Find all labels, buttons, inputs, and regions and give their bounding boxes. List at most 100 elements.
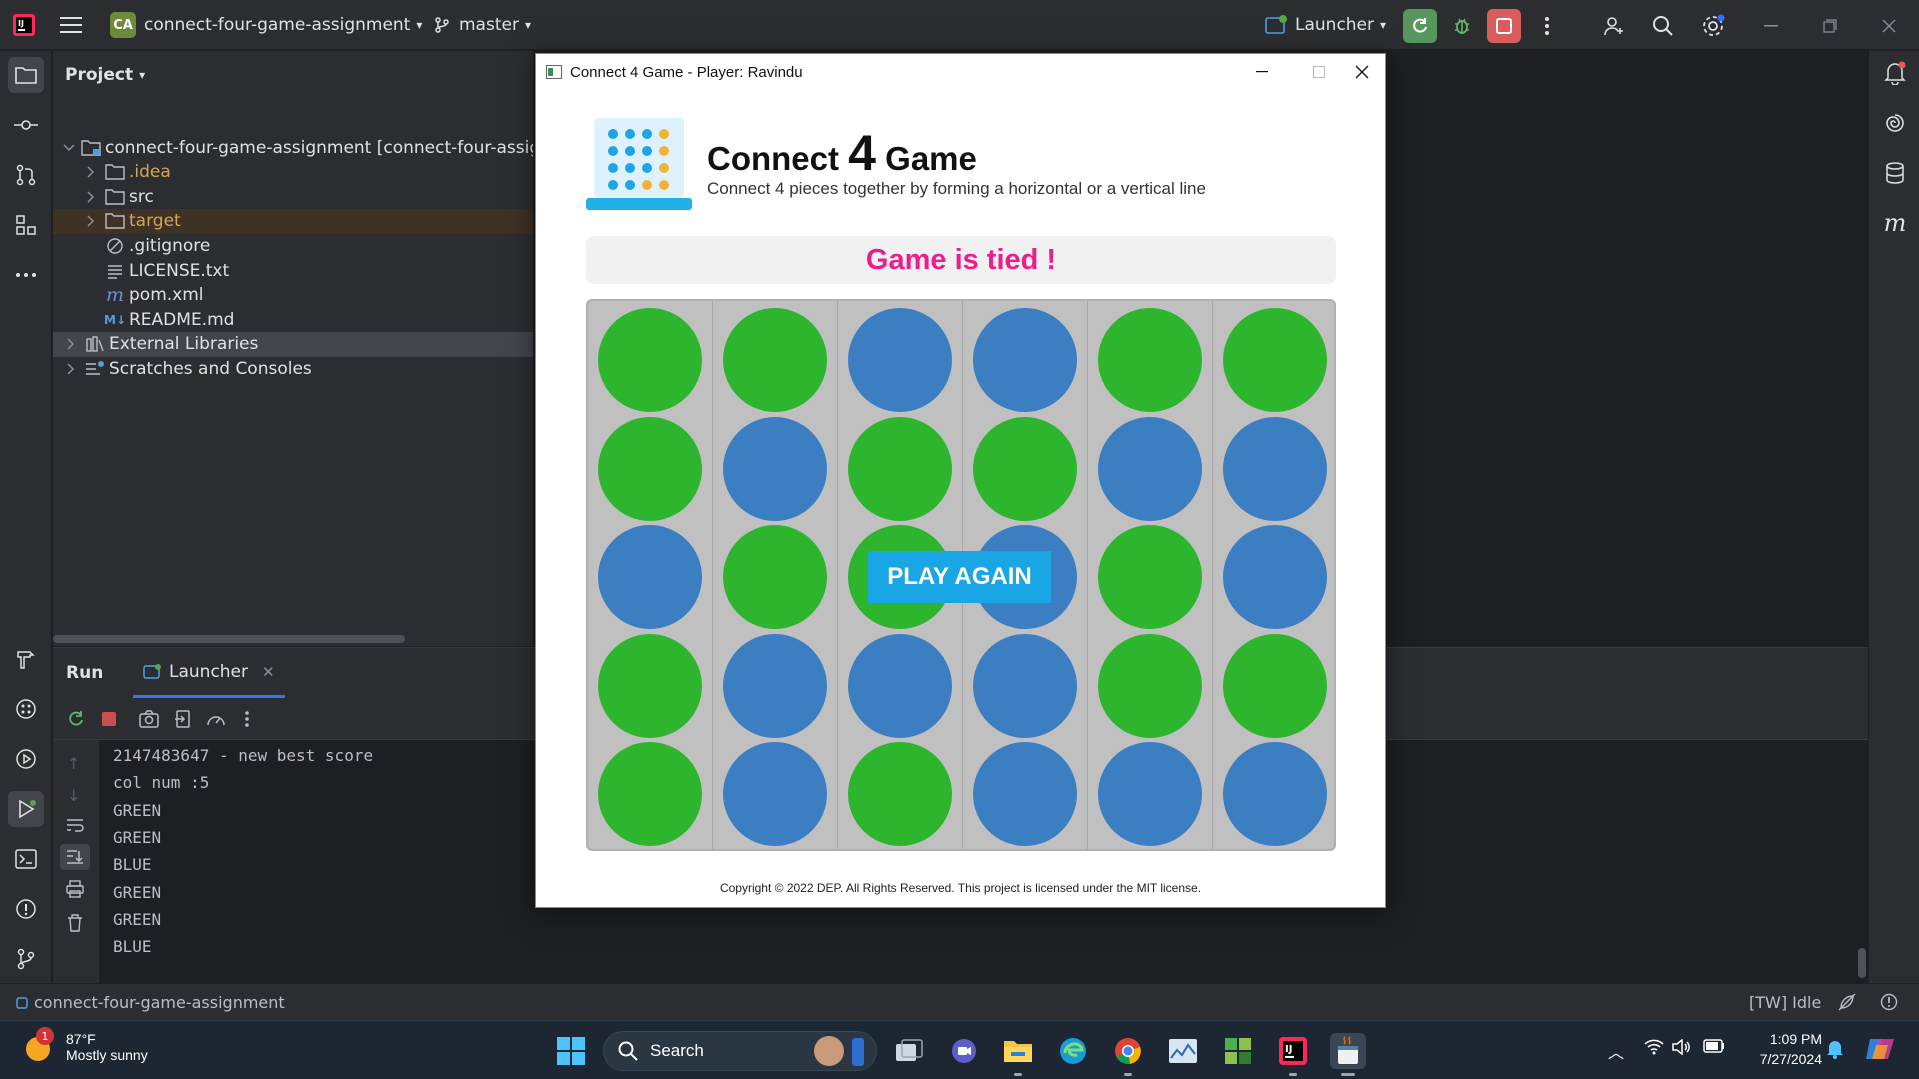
problems-status-icon[interactable] <box>1880 993 1898 1011</box>
build-tool-button[interactable] <box>8 641 44 677</box>
edge-button[interactable] <box>1055 1033 1091 1069</box>
java-taskbar-button[interactable] <box>1330 1033 1366 1069</box>
chevron-right-icon[interactable] <box>83 189 99 205</box>
chevron-right-icon[interactable] <box>83 164 99 180</box>
structure-tool-button[interactable] <box>8 207 44 243</box>
run-tool-button[interactable] <box>8 791 44 827</box>
tree-item-pomxml[interactable]: m pom.xml <box>53 283 533 308</box>
notifications-button[interactable] <box>1877 55 1913 91</box>
soft-wrap-icon[interactable] <box>66 818 84 832</box>
ai-assistant-button[interactable] <box>1877 105 1913 141</box>
game-maximize-button[interactable] <box>1296 54 1342 90</box>
profiler-button[interactable] <box>203 706 229 732</box>
tab-launcher[interactable]: Launcher ✕ <box>133 648 285 698</box>
game-close-button[interactable] <box>1339 54 1385 90</box>
branch-switcher[interactable]: master ▾ <box>433 0 531 50</box>
rerun-button[interactable] <box>63 706 89 732</box>
teams-chat-button[interactable] <box>946 1033 982 1069</box>
board-column-2[interactable] <box>713 301 838 849</box>
taskbar-search[interactable]: Search <box>603 1031 877 1071</box>
bell-icon <box>1884 61 1906 85</box>
plugins-tool-button[interactable] <box>8 691 44 727</box>
down-arrow-icon[interactable]: ↓ <box>67 786 80 805</box>
window-restore-button[interactable] <box>1813 9 1847 43</box>
print-icon[interactable] <box>66 880 84 898</box>
tree-item-scratches[interactable]: Scratches and Consoles <box>53 356 533 381</box>
window-minimize-button[interactable] <box>1754 9 1788 43</box>
puzzle-app-button[interactable] <box>1220 1033 1256 1069</box>
main-menu-icon[interactable] <box>60 0 82 50</box>
tray-overflow-icon[interactable]: ︿ <box>1608 1039 1624 1063</box>
more-run-actions-button[interactable] <box>234 706 260 732</box>
notification-bell-icon[interactable] <box>1826 1039 1844 1059</box>
thread-dump-button[interactable] <box>136 706 162 732</box>
tree-item-target[interactable]: target <box>53 208 533 234</box>
intellij-taskbar-button[interactable]: IJ <box>1275 1033 1311 1069</box>
git-tool-button[interactable] <box>8 941 44 977</box>
wifi-icon[interactable] <box>1644 1039 1664 1055</box>
status-tw-idle[interactable]: [TW] Idle <box>1749 993 1821 1012</box>
taskbar-clock[interactable]: 1:09 PM 7/27/2024 <box>1742 1029 1822 1069</box>
weather-widget[interactable]: 1 87°F Mostly sunny <box>22 1027 148 1065</box>
rerun-button[interactable] <box>1403 9 1437 43</box>
stock-app-button[interactable] <box>1165 1033 1201 1069</box>
task-view-icon <box>896 1039 923 1061</box>
pull-requests-tool-button[interactable] <box>8 157 44 193</box>
board-column-6[interactable] <box>1213 301 1334 849</box>
close-tab-icon[interactable]: ✕ <box>262 663 275 681</box>
board-column-5[interactable] <box>1088 301 1213 849</box>
terminal-tool-button[interactable] <box>8 841 44 877</box>
services-tool-button[interactable] <box>8 741 44 777</box>
tree-item-gitignore[interactable]: .gitignore <box>53 233 533 258</box>
file-explorer-button[interactable] <box>1000 1033 1036 1069</box>
volume-icon[interactable] <box>1672 1039 1692 1055</box>
project-tool-button[interactable] <box>8 57 44 93</box>
trash-icon[interactable] <box>67 914 83 932</box>
game-window-title-bar[interactable]: Connect 4 Game - Player: Ravindu <box>536 54 1385 90</box>
minimize-icon <box>1764 25 1778 27</box>
tree-item-readmemd[interactable]: M↓ README.md <box>53 307 533 332</box>
tree-item-licensetxt[interactable]: LICENSE.txt <box>53 258 533 283</box>
project-switcher[interactable]: CA connect-four-game-assignment ▾ <box>110 0 422 50</box>
stop-run-button[interactable] <box>96 706 122 732</box>
chevron-right-icon[interactable] <box>63 336 79 352</box>
tree-item-src[interactable]: src <box>53 184 533 209</box>
copilot-icon[interactable] <box>1864 1033 1896 1065</box>
power-save-icon[interactable] <box>1838 993 1856 1011</box>
tree-item-idea[interactable]: .idea <box>53 160 533 185</box>
maven-button[interactable]: m <box>1877 205 1913 241</box>
chevron-right-icon[interactable] <box>63 361 79 377</box>
battery-icon[interactable] <box>1703 1039 1725 1053</box>
status-breadcrumb[interactable]: connect-four-game-assignment <box>16 993 285 1012</box>
project-panel-header[interactable]: Project ▾ <box>65 65 145 85</box>
board-column-1[interactable] <box>588 301 713 849</box>
tree-item-external[interactable]: External Libraries <box>53 331 533 357</box>
task-view-button[interactable] <box>891 1033 927 1069</box>
chrome-button[interactable] <box>1110 1033 1146 1069</box>
code-with-me-button[interactable] <box>1597 9 1631 43</box>
problems-tool-button[interactable] <box>8 891 44 927</box>
chevron-down-icon[interactable] <box>63 140 75 156</box>
intellij-logo-icon[interactable]: IJ <box>12 0 36 50</box>
windows-start-button[interactable] <box>553 1033 589 1069</box>
window-close-button[interactable] <box>1872 9 1906 43</box>
exit-button[interactable] <box>170 706 196 732</box>
search-everywhere-button[interactable] <box>1646 9 1680 43</box>
commit-tool-button[interactable] <box>8 107 44 143</box>
console-scrollbar[interactable] <box>1858 948 1866 978</box>
debug-button[interactable] <box>1445 9 1479 43</box>
chevron-right-icon[interactable] <box>83 213 99 229</box>
stop-button[interactable] <box>1487 9 1521 43</box>
play-again-button[interactable]: PLAY AGAIN <box>868 551 1051 603</box>
settings-button[interactable] <box>1696 9 1730 43</box>
horizontal-scrollbar[interactable] <box>53 635 405 643</box>
more-tools-button[interactable] <box>8 257 44 293</box>
more-actions-button[interactable] <box>1530 9 1564 43</box>
run-config-selector[interactable]: Launcher ▾ <box>1265 0 1386 50</box>
scroll-to-end-icon[interactable] <box>60 844 90 870</box>
tree-item-connect-four-game-assignment[interactable]: connect-four-game-assignment [connect-fo… <box>53 135 533 160</box>
up-arrow-icon[interactable]: ↑ <box>67 754 80 773</box>
running-indicator <box>1341 1073 1355 1076</box>
database-button[interactable] <box>1877 155 1913 191</box>
game-minimize-button[interactable] <box>1239 54 1285 90</box>
